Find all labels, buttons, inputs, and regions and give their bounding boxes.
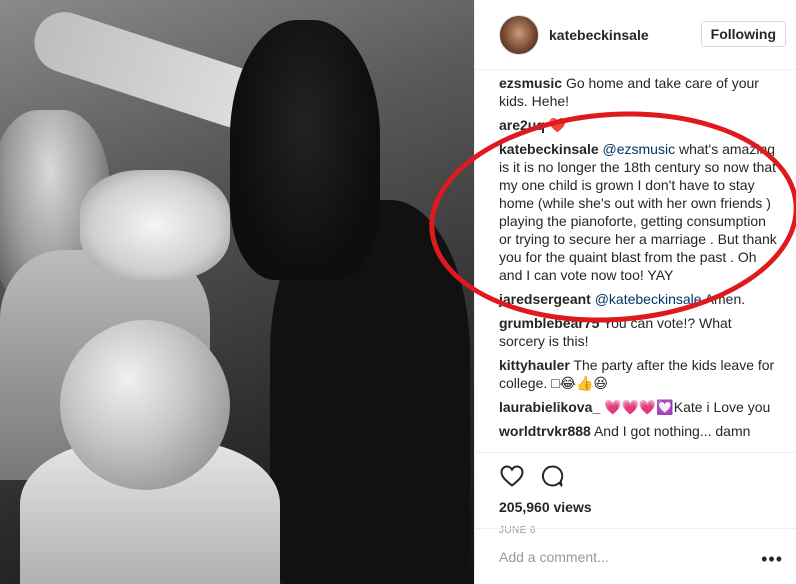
comment-mention[interactable]: @katebeckinsale (595, 291, 702, 307)
add-comment-input[interactable] (499, 548, 739, 565)
avatar[interactable] (499, 14, 539, 55)
comment-text: ❤️ (548, 117, 567, 133)
comment-author[interactable]: are2uq (499, 117, 545, 133)
post-header: katebeckinsale Following (475, 0, 796, 70)
comment-item: are2uq ❤️ (499, 116, 777, 134)
photo-woman-hair (230, 20, 380, 280)
comment-item: laurabielikova_ 💗💗💗💟Kate i Love you (499, 398, 777, 416)
photo-bald-man-head (60, 320, 230, 490)
photo-hands (80, 170, 230, 280)
comment-author[interactable]: ezsmusic (499, 75, 562, 91)
comment-author[interactable]: katebeckinsale (499, 141, 599, 157)
comment-item: jaredsergeant @katebeckinsale Amen. (499, 290, 777, 308)
comment-author[interactable]: laurabielikova_ (499, 399, 600, 415)
comment-item: ezsmusic Go home and take care of your k… (499, 74, 777, 110)
post-sidebar: katebeckinsale Following ezsmusic Go hom… (474, 0, 796, 584)
comment-mention[interactable]: @ezsmusic (603, 141, 676, 157)
comment-icon[interactable] (539, 463, 565, 489)
heart-icon[interactable] (499, 463, 525, 489)
comment-text: And I got nothing... damn (593, 423, 751, 439)
comment-author[interactable]: grumblebear75 (499, 315, 599, 331)
more-options-icon[interactable]: ••• (761, 549, 783, 570)
comment-author[interactable]: jaredsergeant (499, 291, 591, 307)
comment-text: Amen. (704, 291, 746, 307)
comment-item: kittyhauler The party after the kids lea… (499, 356, 777, 392)
following-button[interactable]: Following (700, 21, 786, 47)
post-photo[interactable] (0, 0, 474, 584)
comment-author[interactable]: worldtrvkr888 (499, 423, 591, 439)
view-count[interactable]: 205,960 views (499, 499, 796, 515)
comment-author[interactable]: kittyhauler (499, 357, 570, 373)
add-comment-bar: ••• (475, 528, 796, 584)
comment-item: katebeckinsale @ezsmusic what's amazing … (499, 140, 777, 284)
header-username[interactable]: katebeckinsale (549, 27, 649, 43)
post-actions: 205,960 views JUNE 6 ••• (475, 452, 796, 584)
action-icons (499, 463, 796, 489)
comment-item: grumblebear75 You can vote!? What sorcer… (499, 314, 777, 350)
comment-item: worldtrvkr888 And I got nothing... damn (499, 422, 777, 440)
comment-text: 💗💗💗💟Kate i Love you (604, 399, 771, 415)
comments-list[interactable]: ezsmusic Go home and take care of your k… (475, 70, 796, 452)
comment-text: what's amazing is it is no longer the 18… (499, 141, 777, 283)
